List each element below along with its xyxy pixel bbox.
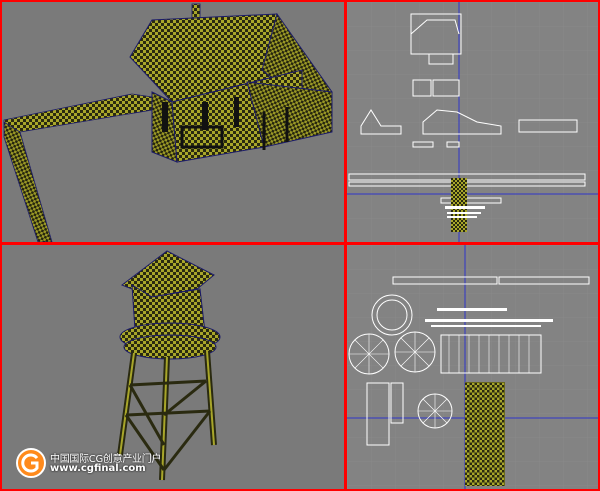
uv-layout-house [347, 2, 598, 242]
house-model [3, 3, 333, 242]
walkway [3, 93, 153, 143]
fence-post [3, 121, 53, 242]
uv-selected [451, 178, 467, 232]
window-3 [234, 97, 239, 127]
uv-selected [465, 382, 505, 486]
viewport-uv-tower[interactable] [347, 245, 598, 489]
tower-brace [163, 379, 207, 417]
uv-strip [445, 206, 485, 209]
tower-base [123, 334, 217, 360]
uv-strip [431, 325, 541, 327]
viewport-uv-house[interactable] [347, 2, 598, 242]
uv-strip [437, 308, 507, 311]
uv-strip [447, 212, 481, 214]
logo-icon [16, 448, 46, 478]
watermark-line2: www.cgfinal.com [50, 463, 146, 474]
tower-brace [129, 379, 207, 387]
window-1 [162, 102, 168, 132]
uv-strip [425, 319, 553, 322]
tower-leg [119, 352, 135, 456]
viewport-perspective-house[interactable] [2, 2, 344, 242]
uv-strip [447, 216, 477, 218]
watermark: 中国国际CG创意产业门户 www.cgfinal.com [14, 446, 214, 480]
uv-layout-tower [347, 245, 598, 489]
